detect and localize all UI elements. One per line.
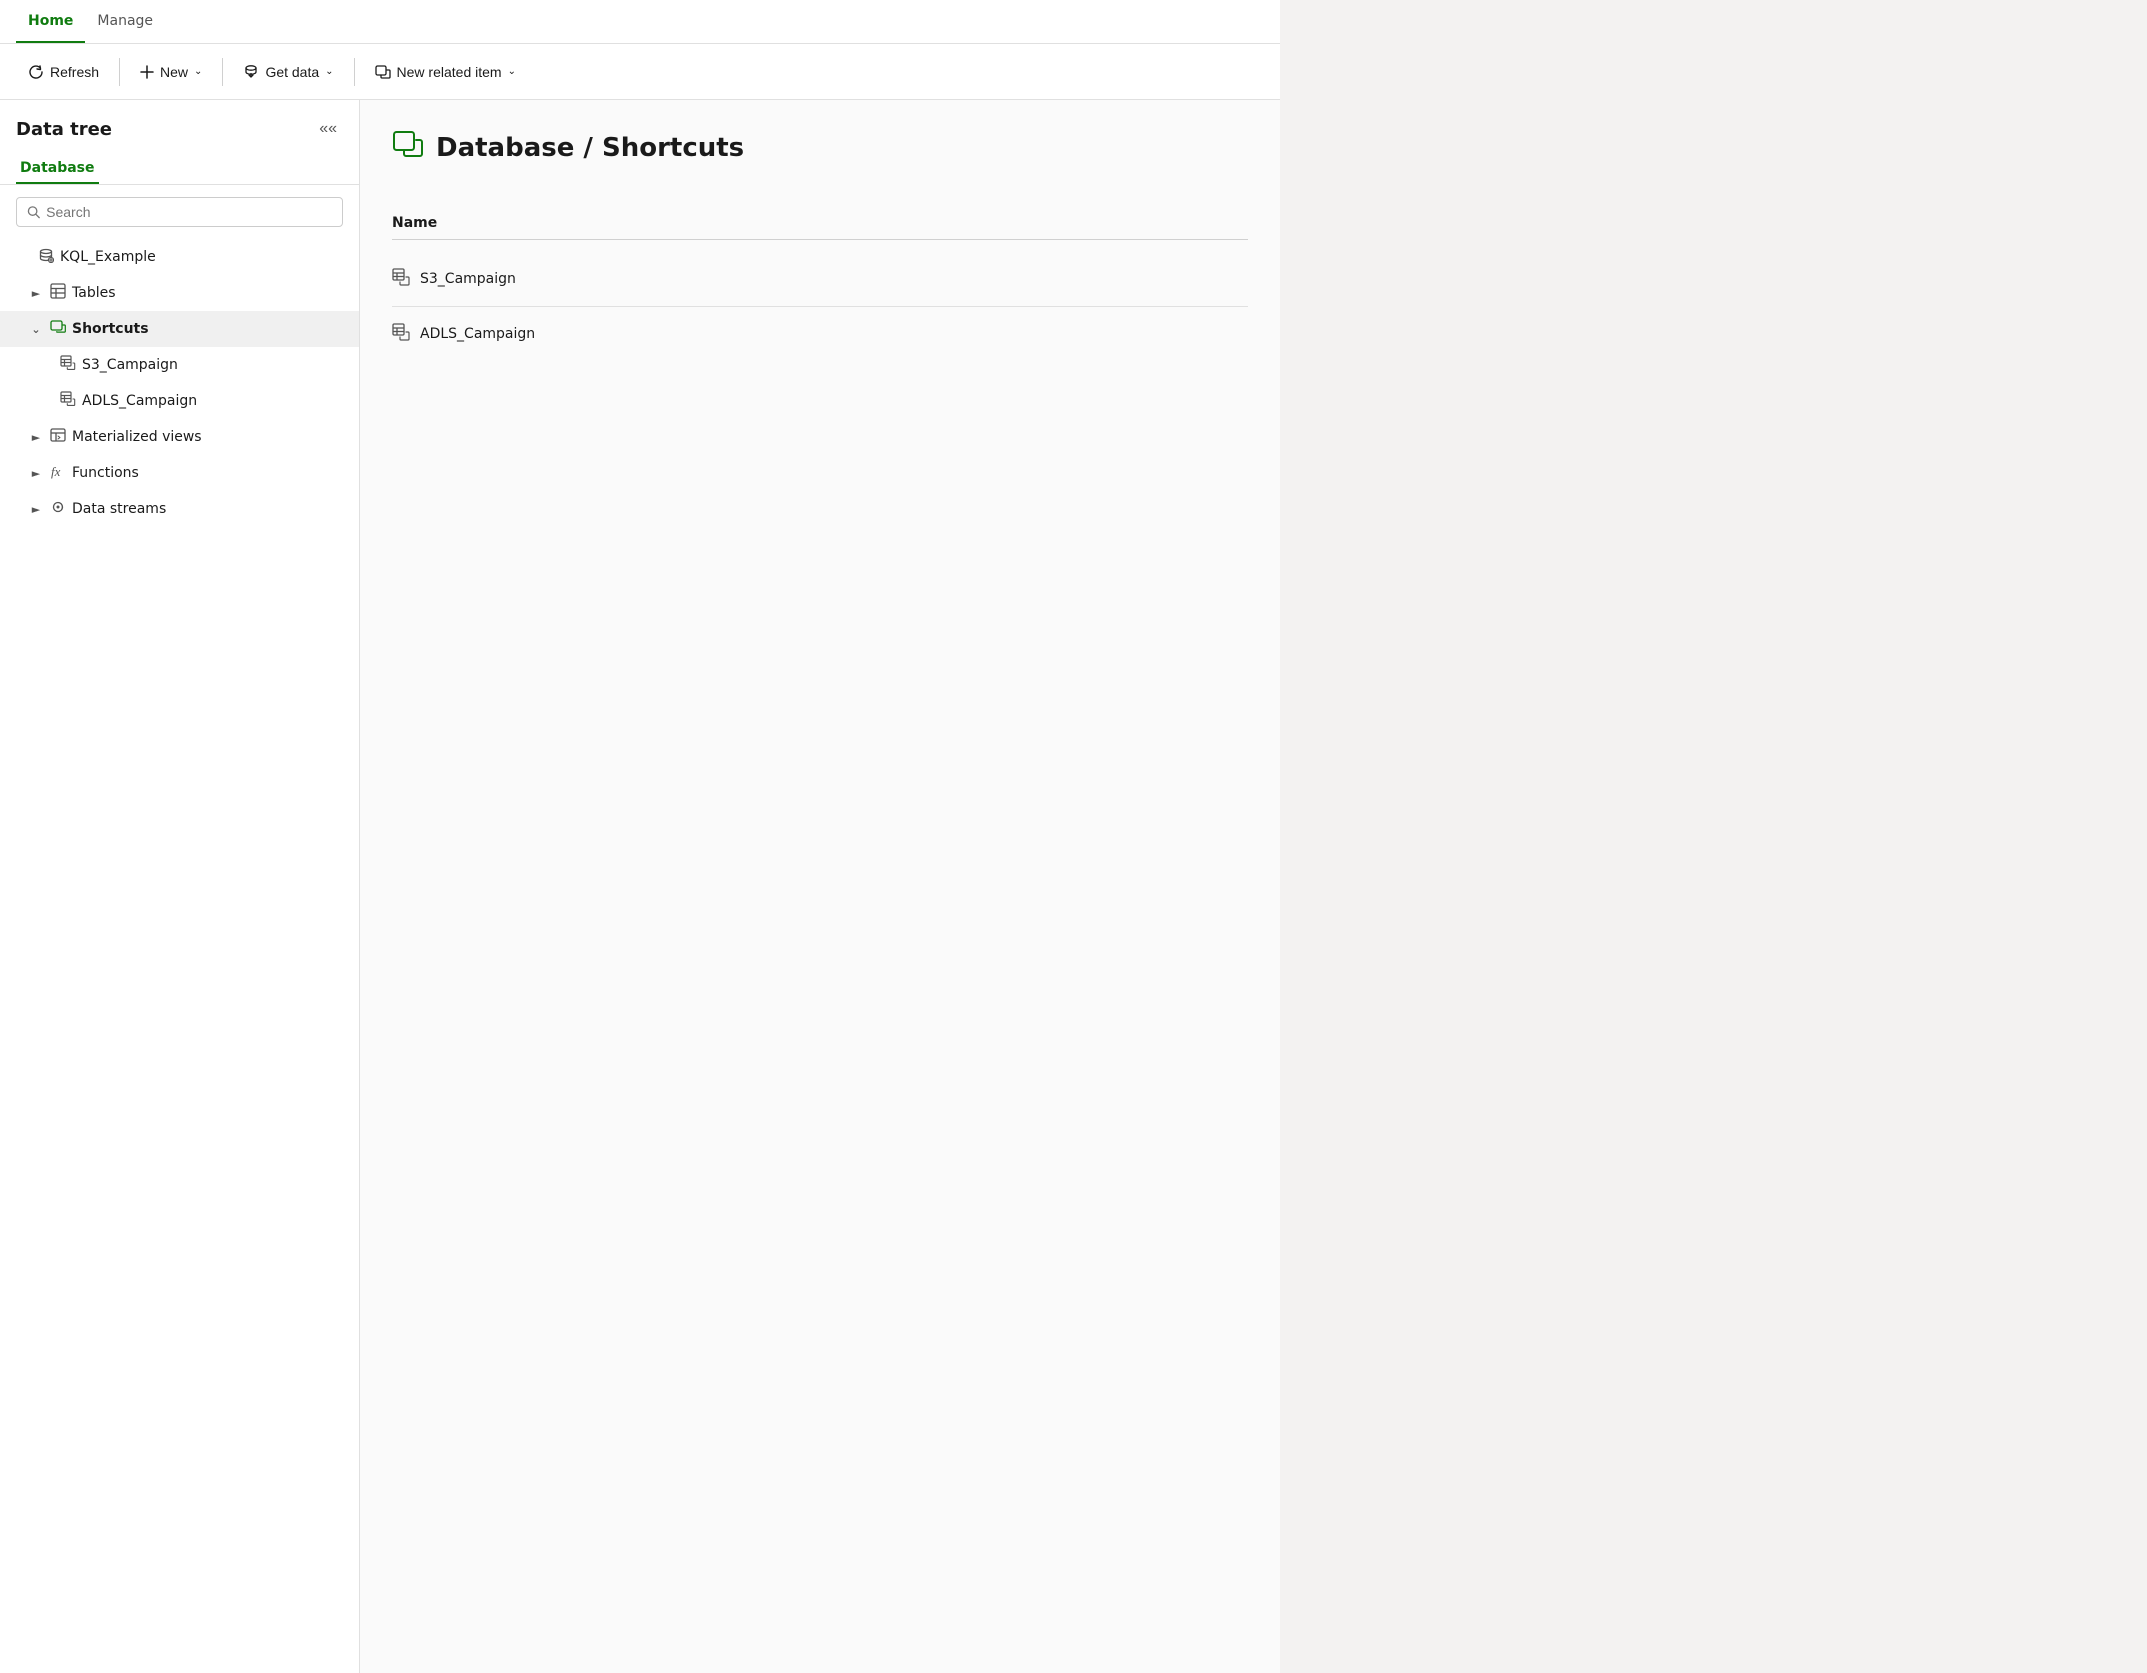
data-row-adls[interactable]: ADLS_Campaign — [392, 311, 1248, 357]
main-layout: Data tree «« Database — [0, 100, 1280, 1673]
functions-label: Functions — [72, 465, 139, 481]
search-icon — [27, 205, 40, 219]
adls-table-icon — [60, 391, 76, 411]
left-panel: Data tree «« Database — [0, 100, 360, 1673]
column-header: Name — [392, 215, 1248, 240]
kql-label: KQL_Example — [60, 249, 156, 265]
tree-item-shortcuts[interactable]: ⌄ Shortcuts — [0, 311, 359, 347]
plus-icon — [140, 65, 154, 79]
new-related-item-button[interactable]: New related item ⌄ — [363, 58, 528, 86]
get-data-icon — [243, 64, 259, 80]
stream-icon — [50, 499, 66, 519]
shortcuts-label: Shortcuts — [72, 321, 149, 337]
nav-tab-home[interactable]: Home — [16, 0, 85, 43]
content-area: Name S3_Campaign — [392, 215, 1248, 357]
shortcut-icon — [50, 319, 66, 339]
materialized-icon — [50, 427, 66, 447]
search-box[interactable] — [16, 197, 343, 227]
s3-label: S3_Campaign — [82, 357, 178, 373]
get-data-chevron: ⌄ — [325, 66, 333, 77]
collapse-button[interactable]: «« — [313, 116, 343, 142]
shortcuts-expander: ⌄ — [28, 323, 44, 336]
search-input[interactable] — [46, 204, 332, 220]
right-header-icon — [392, 128, 424, 167]
toolbar-divider-3 — [354, 58, 355, 86]
s3-row-label: S3_Campaign — [420, 271, 516, 287]
adls-label: ADLS_Campaign — [82, 393, 197, 409]
tables-expander: ► — [28, 287, 44, 300]
refresh-icon — [28, 64, 44, 80]
data-divider-1 — [392, 306, 1248, 307]
database-icon — [38, 247, 54, 267]
refresh-button[interactable]: Refresh — [16, 58, 111, 86]
top-navigation: Home Manage — [0, 0, 1280, 44]
toolbar: Refresh New ⌄ Get data ⌄ New related ite… — [0, 44, 1280, 100]
nav-tab-manage[interactable]: Manage — [85, 0, 165, 43]
streams-expander: ► — [28, 503, 44, 516]
tree-item-kql-example[interactable]: KQL_Example — [0, 239, 359, 275]
toolbar-divider-2 — [222, 58, 223, 86]
svg-text:fx: fx — [51, 464, 61, 479]
mat-expander: ► — [28, 431, 44, 444]
function-icon: fx — [50, 463, 66, 483]
database-tab-row: Database — [0, 154, 359, 185]
tree-item-tables[interactable]: ► Tables — [0, 275, 359, 311]
new-related-chevron: ⌄ — [508, 66, 516, 77]
table-icon — [50, 283, 66, 303]
right-panel-header: Database / Shortcuts — [392, 128, 1248, 167]
tree-item-adls[interactable]: ADLS_Campaign — [0, 383, 359, 419]
toolbar-divider-1 — [119, 58, 120, 86]
tree-item-s3[interactable]: S3_Campaign — [0, 347, 359, 383]
s3-table-icon — [60, 355, 76, 375]
right-panel-title: Database / Shortcuts — [436, 133, 744, 163]
tree-item-datastreams[interactable]: ► Data streams — [0, 491, 359, 527]
new-related-icon — [375, 64, 391, 80]
tree-item-materialized[interactable]: ► Materialized views — [0, 419, 359, 455]
tables-label: Tables — [72, 285, 116, 301]
database-tab[interactable]: Database — [16, 154, 99, 184]
streams-label: Data streams — [72, 501, 166, 517]
adls-row-label: ADLS_Campaign — [420, 326, 535, 342]
panel-title: Data tree — [16, 119, 112, 140]
tree-item-functions[interactable]: ► fx Functions — [0, 455, 359, 491]
adls-row-icon — [392, 323, 410, 345]
func-expander: ► — [28, 467, 44, 480]
data-row-s3[interactable]: S3_Campaign — [392, 256, 1248, 302]
new-button[interactable]: New ⌄ — [128, 58, 214, 86]
panel-header: Data tree «« — [0, 116, 359, 154]
mat-label: Materialized views — [72, 429, 202, 445]
tree-list: KQL_Example ► Tables ⌄ — [0, 239, 359, 1657]
get-data-button[interactable]: Get data ⌄ — [231, 58, 345, 86]
right-panel: Database / Shortcuts Name S3_Campaign — [360, 100, 1280, 1673]
s3-row-icon — [392, 268, 410, 290]
new-chevron: ⌄ — [194, 66, 202, 77]
